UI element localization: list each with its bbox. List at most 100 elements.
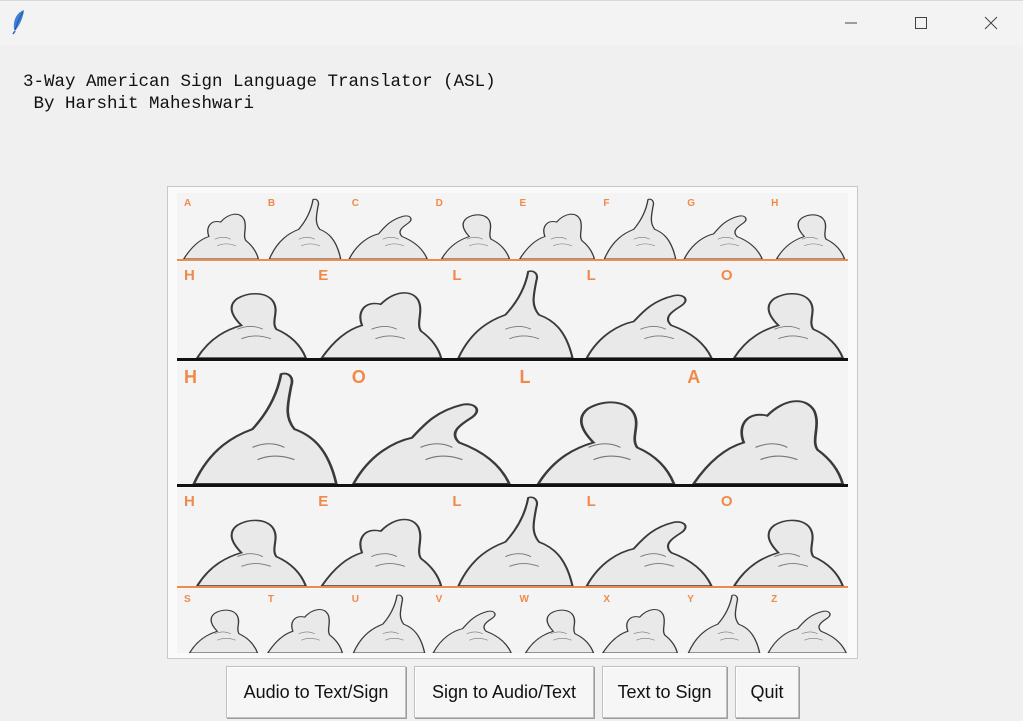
- hello-row-2: HELLO: [177, 488, 849, 586]
- hello-sign-cell: L: [445, 262, 580, 358]
- alphabet-sign-cell: V: [428, 589, 513, 653]
- hand-sign-drawing: [192, 372, 338, 484]
- sign-letter-label: H: [184, 367, 197, 387]
- hello-row-1: HELLO: [177, 262, 849, 358]
- maximize-button[interactable]: [886, 1, 956, 45]
- sign-letter-label: O: [351, 367, 366, 387]
- alphabet-row-bottom: S T U V W X Y Z: [177, 589, 848, 653]
- sign-letter-label: X: [603, 594, 611, 605]
- sign-letter-label: E: [318, 493, 329, 510]
- sign-letter-label: E: [318, 267, 329, 284]
- hello-sign-cell: L: [579, 488, 714, 586]
- sign-letter-label: C: [351, 198, 359, 209]
- close-icon: [984, 16, 998, 30]
- sign-letter-label: L: [586, 267, 596, 284]
- alphabet-row-top: A B C D E F G H: [177, 193, 848, 259]
- sign-letter-label: Y: [687, 594, 694, 605]
- alphabet-sign-cell: F: [596, 193, 681, 259]
- alphabet-sign-cell: T: [260, 589, 345, 653]
- alphabet-sign-cell: Z: [764, 589, 848, 653]
- sign-letter-label: H: [184, 267, 195, 284]
- alphabet-sign-cell: W: [512, 589, 597, 653]
- hello-sign-cell: H: [177, 262, 312, 358]
- hand-sign-drawing: [732, 293, 844, 358]
- minimize-button[interactable]: [816, 1, 886, 45]
- sign-letter-label: L: [586, 493, 596, 510]
- alphabet-sign-cell: D: [428, 193, 513, 259]
- alphabet-sign-cell: E: [512, 193, 597, 259]
- alphabet-sign-cell: A: [177, 193, 261, 259]
- sign-letter-label: Z: [771, 594, 778, 605]
- sign-letter-label: H: [771, 198, 779, 209]
- hand-sign-drawing: [195, 293, 307, 358]
- hand-sign-drawing: [732, 519, 844, 586]
- sign-to-audio-button[interactable]: Sign to Audio/Text: [414, 666, 594, 718]
- alphabet-sign-cell: S: [177, 589, 261, 653]
- hand-sign-drawing: [585, 294, 713, 358]
- alphabet-sign-cell: H: [764, 193, 848, 259]
- app-heading: 3-Way American Sign Language Translator …: [23, 71, 496, 115]
- hello-sign-cell: L: [579, 262, 714, 358]
- alphabet-sign-cell: U: [344, 589, 429, 653]
- hand-sign-drawing: [351, 403, 511, 484]
- sign-letter-label: L: [452, 267, 462, 284]
- alphabet-sign-cell: G: [680, 193, 765, 259]
- hello-sign-cell: E: [311, 488, 446, 586]
- sign-letter-label: G: [687, 198, 696, 209]
- quit-button[interactable]: Quit: [735, 666, 799, 718]
- sign-letter-label: B: [267, 198, 276, 209]
- hola-row: HOLA: [177, 362, 848, 484]
- sign-letter-label: O: [720, 493, 733, 510]
- sign-letter-label: L: [452, 493, 462, 510]
- author-line: By Harshit Maheshwari: [23, 94, 255, 114]
- app-window: 3-Way American Sign Language Translator …: [0, 0, 1023, 721]
- sign-letter-label: U: [351, 594, 359, 605]
- hand-sign-drawing: [320, 518, 443, 586]
- sign-letter-label: F: [603, 198, 610, 209]
- sign-letter-label: H: [184, 493, 195, 510]
- hand-sign-drawing: [536, 401, 675, 484]
- alphabet-sign-cell: C: [344, 193, 429, 259]
- sign-letter-label: A: [184, 198, 192, 209]
- sign-letter-label: O: [720, 267, 733, 284]
- hola-sign-cell: A: [680, 362, 848, 484]
- hand-sign-drawing: [585, 521, 713, 586]
- sign-letter-label: L: [519, 367, 531, 387]
- hand-sign-drawing: [692, 400, 845, 484]
- hello-sign-cell: O: [713, 262, 849, 358]
- hello-sign-cell: O: [713, 488, 849, 586]
- divider: [177, 259, 848, 261]
- hello-sign-cell: L: [445, 488, 580, 586]
- hola-sign-cell: L: [512, 362, 681, 484]
- maximize-icon: [914, 16, 928, 30]
- sign-letter-label: V: [435, 594, 443, 605]
- close-button[interactable]: [956, 1, 1023, 45]
- divider: [177, 586, 848, 588]
- hola-sign-cell: O: [344, 362, 513, 484]
- hand-sign-drawing: [457, 270, 574, 358]
- sign-language-image: A B C D E F G H H E L L O H O L A H E L L O S T U V W X Y Z: [167, 186, 858, 659]
- title-bar[interactable]: [0, 1, 1023, 45]
- divider: [177, 358, 848, 361]
- sign-letter-label: D: [435, 198, 443, 209]
- feather-icon: [10, 9, 28, 35]
- hand-sign-drawing: [195, 519, 307, 586]
- sign-letter-label: A: [687, 367, 701, 387]
- action-bar: Audio to Text/Sign Sign to Audio/Text Te…: [0, 666, 1023, 718]
- hand-sign-drawing: [320, 292, 443, 358]
- hola-sign-cell: H: [177, 362, 345, 484]
- alphabet-sign-cell: Y: [680, 589, 765, 653]
- alphabet-sign-cell: B: [260, 193, 345, 259]
- text-to-sign-button[interactable]: Text to Sign: [602, 666, 727, 718]
- sign-letter-label: E: [519, 198, 527, 209]
- audio-to-text-button[interactable]: Audio to Text/Sign: [226, 666, 406, 718]
- hello-sign-cell: E: [311, 262, 446, 358]
- minimize-icon: [844, 16, 858, 30]
- sign-letter-label: W: [519, 594, 529, 605]
- page-title: 3-Way American Sign Language Translator …: [23, 72, 496, 92]
- divider: [177, 484, 848, 487]
- alphabet-sign-cell: X: [596, 589, 681, 653]
- sign-letter-label: S: [184, 594, 191, 605]
- hello-sign-cell: H: [177, 488, 312, 586]
- hand-sign-drawing: [457, 496, 574, 586]
